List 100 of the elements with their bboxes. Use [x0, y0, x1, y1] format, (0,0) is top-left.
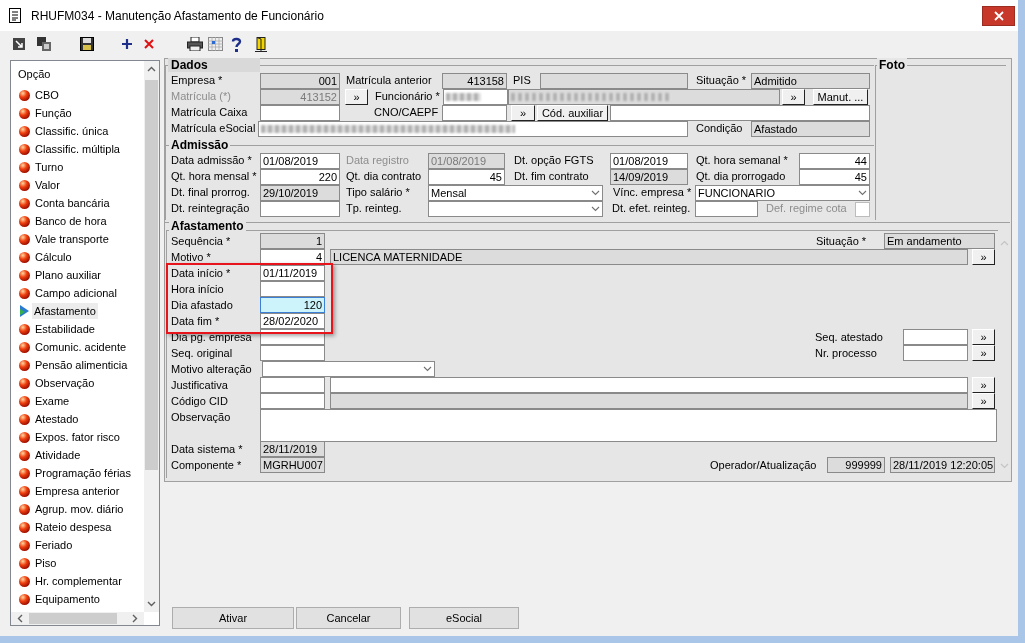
- input-field[interactable]: [442, 105, 507, 121]
- button[interactable]: Manut. ...: [813, 89, 868, 105]
- button[interactable]: »: [972, 345, 995, 361]
- button[interactable]: »: [972, 393, 995, 409]
- sidebar-item[interactable]: Equipamento: [33, 591, 102, 607]
- sidebar-item[interactable]: CBO: [33, 87, 61, 103]
- input-field[interactable]: [540, 73, 688, 89]
- button[interactable]: »: [972, 377, 995, 393]
- input-field[interactable]: [695, 201, 758, 217]
- button[interactable]: Ativar: [172, 607, 294, 629]
- input-field[interactable]: [903, 329, 968, 345]
- sidebar-item[interactable]: Comunic. acidente: [33, 339, 129, 355]
- input-field[interactable]: [330, 393, 968, 409]
- sidebar-item[interactable]: Classific. múltipla: [33, 141, 122, 157]
- horizontal-scrollbar[interactable]: [11, 612, 144, 625]
- input-field[interactable]: 999999: [827, 457, 885, 473]
- button[interactable]: eSocial: [409, 607, 519, 629]
- input-field[interactable]: 29/10/2019: [260, 185, 340, 201]
- sidebar-item[interactable]: Atividade: [33, 447, 83, 463]
- vertical-scrollbar[interactable]: [144, 61, 159, 612]
- sidebar-item[interactable]: Agrup. mov. diário: [33, 501, 126, 517]
- scrollbar-thumb[interactable]: [29, 613, 117, 624]
- button[interactable]: »: [972, 329, 995, 345]
- input-field[interactable]: [260, 393, 325, 409]
- pointer-icon[interactable]: [13, 38, 25, 50]
- sidebar-item[interactable]: Observação: [33, 375, 97, 391]
- calendar-icon[interactable]: [208, 37, 223, 51]
- sidebar-item[interactable]: Plano auxiliar: [33, 267, 104, 283]
- input-field[interactable]: [260, 201, 340, 217]
- input-field[interactable]: [330, 377, 968, 393]
- sidebar-item[interactable]: Atestado: [33, 411, 81, 427]
- input-field[interactable]: 1: [260, 233, 325, 249]
- sidebar-item[interactable]: Piso: [33, 555, 59, 571]
- save-icon[interactable]: [80, 37, 94, 51]
- input-field[interactable]: 45: [428, 169, 505, 185]
- dropdown[interactable]: [262, 361, 435, 377]
- delete-icon[interactable]: [144, 39, 154, 49]
- sidebar-item[interactable]: Conta bancária: [33, 195, 112, 211]
- input-field[interactable]: 28/11/2019: [260, 441, 325, 457]
- input-field[interactable]: Afastado: [751, 121, 870, 137]
- dropdown[interactable]: FUNCIONARIO: [695, 185, 870, 201]
- input-field[interactable]: 01/08/2019: [610, 153, 688, 169]
- input-field[interactable]: Em andamento: [884, 233, 995, 249]
- printer-icon[interactable]: [187, 37, 203, 51]
- input-field[interactable]: 14/09/2019: [610, 169, 688, 185]
- sidebar-item[interactable]: Feriado: [33, 537, 75, 553]
- input-field[interactable]: 220: [260, 169, 340, 185]
- input-field[interactable]: [903, 345, 968, 361]
- input-field[interactable]: 01/11/2019: [260, 265, 325, 281]
- input-field[interactable]: 413158: [442, 73, 507, 89]
- checkbox[interactable]: [855, 202, 870, 217]
- input-field[interactable]: [258, 121, 688, 137]
- button[interactable]: Cancelar: [296, 607, 401, 629]
- input-field[interactable]: LICENCA MATERNIDADE: [330, 249, 968, 265]
- sidebar-item[interactable]: Banco de hora: [33, 213, 109, 229]
- input-field[interactable]: 01/08/2019: [260, 153, 340, 169]
- sidebar-item[interactable]: Classific. única: [33, 123, 111, 139]
- input-field[interactable]: [508, 89, 780, 105]
- sidebar-item[interactable]: Programação férias: [33, 465, 133, 481]
- dropdown[interactable]: Mensal: [428, 185, 603, 201]
- windows-icon[interactable]: [37, 37, 51, 51]
- exit-door-icon[interactable]: [255, 36, 267, 52]
- sidebar-item[interactable]: Empresa anterior: [33, 483, 122, 499]
- add-icon[interactable]: [122, 39, 132, 49]
- input-field[interactable]: [260, 377, 325, 393]
- text-area[interactable]: [260, 409, 997, 442]
- sidebar-item[interactable]: Turno: [33, 159, 66, 175]
- input-field[interactable]: 120: [260, 297, 325, 313]
- sidebar-item[interactable]: Afastamento: [32, 303, 98, 319]
- sidebar-item[interactable]: Exame: [33, 393, 72, 409]
- input-field[interactable]: MGRHU007: [260, 457, 325, 473]
- input-field[interactable]: 28/02/2020: [260, 313, 325, 329]
- dropdown[interactable]: [428, 201, 603, 217]
- input-field[interactable]: [260, 281, 325, 297]
- button[interactable]: Cód. auxiliar: [537, 105, 608, 121]
- input-field[interactable]: [443, 89, 508, 105]
- sidebar-item[interactable]: Função: [33, 105, 74, 121]
- sidebar-item[interactable]: Expos. fator risco: [33, 429, 122, 445]
- input-field[interactable]: 44: [799, 153, 870, 169]
- button[interactable]: »: [782, 89, 805, 105]
- sidebar-item[interactable]: Vale transporte: [33, 231, 111, 247]
- button[interactable]: »: [511, 105, 535, 121]
- sidebar-item[interactable]: Campo adicional: [33, 285, 119, 301]
- button[interactable]: »: [972, 249, 995, 265]
- sidebar-item[interactable]: Rateio despesa: [33, 519, 114, 535]
- input-field[interactable]: [260, 105, 340, 121]
- input-field[interactable]: Admitido: [751, 73, 870, 89]
- sidebar-item[interactable]: Pensão alimenticia: [33, 357, 130, 373]
- input-field[interactable]: [610, 105, 870, 121]
- sidebar-item[interactable]: Estabilidade: [33, 321, 97, 337]
- input-field[interactable]: [260, 345, 325, 361]
- input-field[interactable]: 28/11/2019 12:20:05: [890, 457, 995, 473]
- sidebar-item[interactable]: Cálculo: [33, 249, 74, 265]
- input-field[interactable]: 001: [260, 73, 340, 89]
- close-button[interactable]: [982, 5, 1015, 26]
- help-icon[interactable]: [231, 36, 242, 52]
- scrollbar-thumb[interactable]: [145, 80, 158, 470]
- sidebar-item[interactable]: Valor: [33, 177, 62, 193]
- sidebar-item[interactable]: Hr. complementar: [33, 573, 124, 589]
- input-field[interactable]: 45: [799, 169, 870, 185]
